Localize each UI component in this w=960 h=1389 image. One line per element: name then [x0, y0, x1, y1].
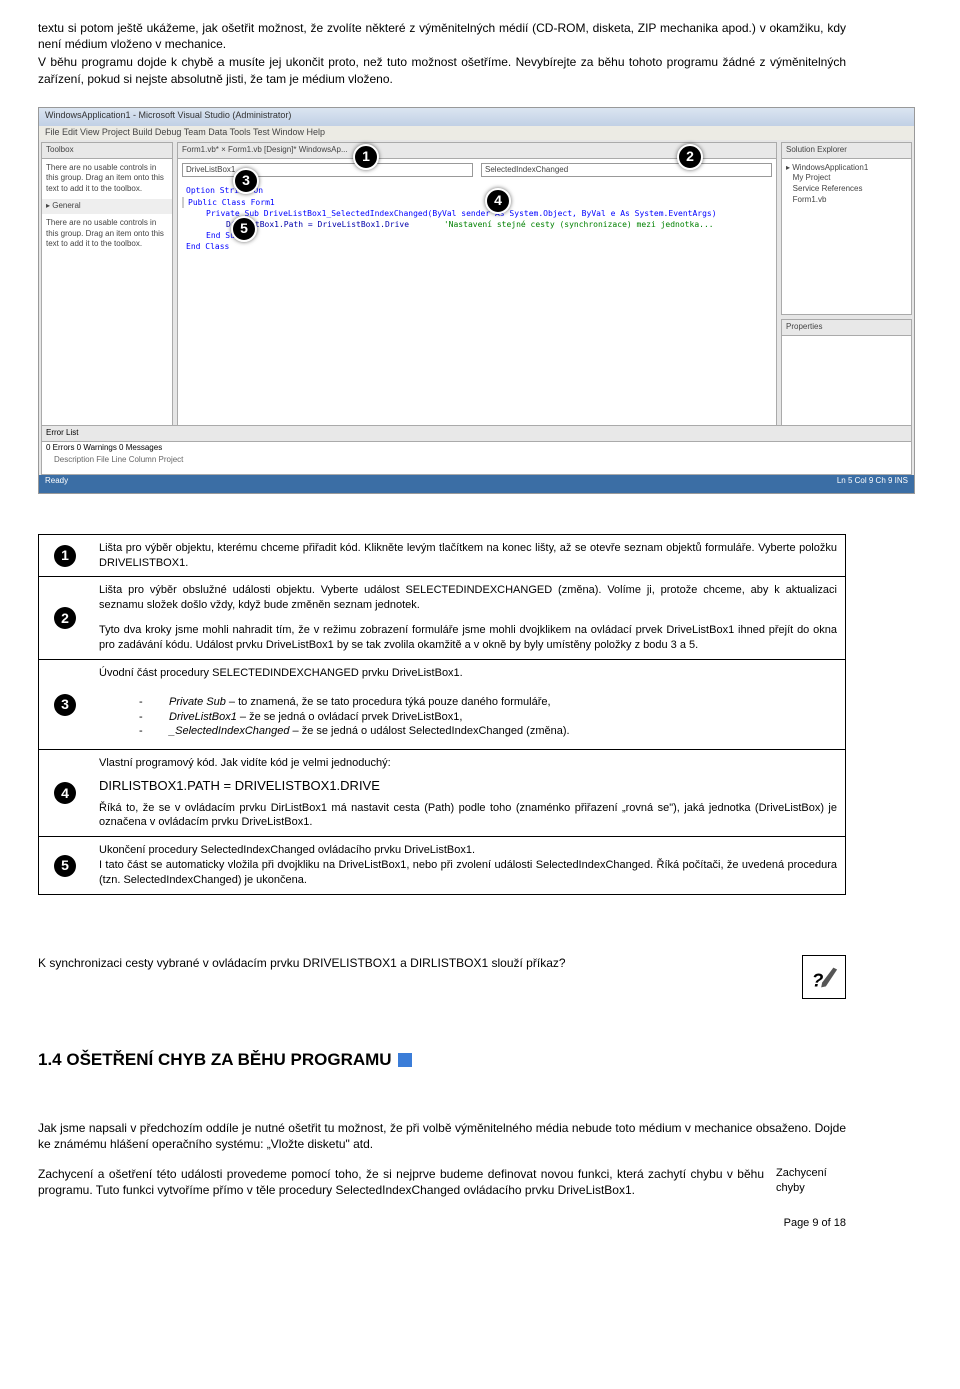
toolbox-text: There are no usable controls in this gro… — [42, 159, 172, 199]
toolbox-header: Toolbox — [42, 143, 172, 159]
callout-4: 4 — [485, 188, 511, 214]
errorlist-cols: Description File Line Column Project — [42, 454, 911, 467]
status-ready: Ready — [45, 476, 68, 492]
legend-table: 1 Lišta pro výběr objektu, kterému chcem… — [38, 534, 846, 895]
legend-num-4: 4 — [54, 782, 76, 804]
it: _SelectedIndexChanged — [169, 725, 289, 737]
code-line-3: Private Sub DriveListBox1_SelectedIndexC… — [206, 209, 717, 218]
legend-2-p2: Tyto dva kroky jsme mohli nahradit tím, … — [99, 623, 837, 653]
legend-num-3: 3 — [54, 694, 76, 716]
properties-header: Properties — [782, 320, 911, 336]
window-title: WindowsApplication1 - Microsoft Visual S… — [39, 108, 914, 126]
legend-num-2: 2 — [54, 607, 76, 629]
code-comment: 'Nastavení stejné cesty (synchronizace) … — [444, 220, 714, 229]
tail: – to znamená, že se tato procedura týká … — [226, 696, 551, 708]
it: Private Sub — [169, 696, 226, 708]
intro-paragraph-1: textu si potom ještě ukážeme, jak ošetři… — [38, 20, 846, 52]
margin-note: Zachycení chyby — [776, 1166, 846, 1196]
legend-5-p1: Ukončení procedury SelectedIndexChanged … — [99, 843, 837, 858]
section-para-a: Jak jsme napsali v předchozím oddíle je … — [38, 1120, 846, 1152]
legend-4-head: Vlastní programový kód. Jak vidíte kód j… — [99, 756, 837, 771]
legend-text-1: Lišta pro výběr objektu, kterému chceme … — [91, 534, 846, 577]
question-icon: ? — [802, 955, 846, 999]
legend-2-p1: Lišta pro výběr obslužné události objekt… — [99, 583, 837, 613]
dash: - — [139, 724, 169, 739]
svg-text:?: ? — [812, 969, 824, 990]
errorlist-tabs: 0 Errors 0 Warnings 0 Messages — [42, 442, 911, 455]
screenshot-figure: WindowsApplication1 - Microsoft Visual S… — [38, 107, 915, 494]
legend-num-5: 5 — [54, 855, 76, 877]
legend-num-1: 1 — [54, 545, 76, 567]
toolbox-text-2: There are no usable controls in this gro… — [42, 214, 172, 254]
page-footer: Page 9 of 18 — [38, 1216, 846, 1231]
legend-5-p2: I tato část se automaticky vložila při d… — [99, 858, 837, 888]
object-combo: DriveListBox1 — [182, 163, 473, 178]
review-question: K synchronizaci cesty vybrané v ovládací… — [38, 955, 790, 971]
legend-3-head: Úvodní část procedury SELECTEDINDEXCHANG… — [99, 666, 837, 681]
tail: – že se jedná o událost SelectedIndexCha… — [289, 725, 569, 737]
section-title-text: 1.4 OŠETŘENÍ CHYB ZA BĚHU PROGRAMU — [38, 1049, 392, 1072]
it: DriveListBox1 — [169, 711, 237, 723]
legend-4-code: DIRLISTBOX1.PATH = DRIVELISTBOX1.DRIVE — [99, 777, 837, 795]
errorlist-header: Error List — [42, 426, 911, 442]
intro-paragraph-2: V běhu programu dojde k chybě a musíte j… — [38, 54, 846, 86]
tail: – že se jedná o ovládací prvek DriveList… — [237, 711, 463, 723]
legend-4-foot: Říká to, že se v ovládacím prvku DirList… — [99, 801, 837, 831]
section-heading: 1.4 OŠETŘENÍ CHYB ZA BĚHU PROGRAMU — [38, 1049, 846, 1072]
section-icon — [398, 1053, 412, 1067]
callout-1: 1 — [353, 144, 379, 170]
dash: - — [139, 710, 169, 725]
code-line-6: End Class — [186, 242, 229, 251]
solution-explorer-header: Solution Explorer — [782, 143, 911, 159]
dash: - — [139, 695, 169, 710]
status-pos: Ln 5 Col 9 Ch 9 INS — [837, 476, 908, 492]
toolbox-general: ▸ General — [42, 199, 172, 214]
callout-5: 5 — [231, 216, 257, 242]
event-combo: SelectedIndexChanged — [481, 163, 772, 178]
callout-2: 2 — [677, 144, 703, 170]
section-para-b: Zachycení a ošetření této události prove… — [38, 1166, 764, 1198]
callout-3: 3 — [233, 168, 259, 194]
solution-tree: ▸ WindowsApplication1 My Project Service… — [782, 159, 911, 210]
code-line-2: Public Class Form1 — [188, 198, 275, 207]
menu-bar: File Edit View Project Build Debug Team … — [39, 126, 914, 140]
